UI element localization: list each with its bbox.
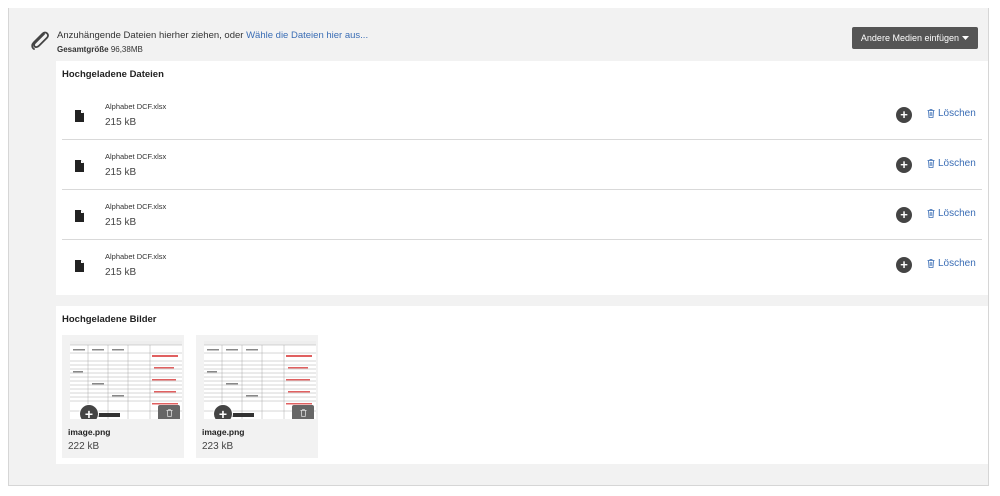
total-size-label: Gesamtgröße <box>57 45 109 54</box>
uploaded-images-section: Hochgeladene Bilder + image.png 222 kB +… <box>56 306 988 464</box>
image-size: 222 kB <box>68 441 100 452</box>
insert-other-media-button[interactable]: Andere Medien einfügen <box>851 27 978 49</box>
delete-file-link[interactable]: Löschen <box>927 108 976 119</box>
file-name: Alphabet DCF.xlsx <box>105 152 167 161</box>
file-row: Alphabet DCF.xlsx 215 kB + Löschen <box>62 90 982 140</box>
dropzone-prompt-text: Anzuhängende Dateien hierher ziehen, ode… <box>57 30 247 41</box>
file-size: 215 kB <box>105 117 137 128</box>
total-size: Gesamtgröße 96,38MB <box>57 45 143 54</box>
total-size-value: 96,38MB <box>110 45 143 54</box>
uploaded-files-title: Hochgeladene Dateien <box>62 69 164 80</box>
trash-icon <box>299 409 307 417</box>
trash-icon <box>927 259 935 268</box>
delete-label: Löschen <box>938 208 976 219</box>
file-name: Alphabet DCF.xlsx <box>105 102 167 111</box>
delete-file-link[interactable]: Löschen <box>927 208 976 219</box>
paperclip-icon <box>31 31 49 50</box>
trash-icon <box>927 109 935 118</box>
plus-circle-icon: + <box>900 107 908 122</box>
caret-down-icon <box>962 35 969 40</box>
plus-circle-icon: + <box>900 207 908 222</box>
trash-icon <box>927 159 935 168</box>
file-size: 215 kB <box>105 267 137 278</box>
insert-file-button[interactable]: + <box>896 257 912 273</box>
image-card: + image.png 222 kB <box>62 335 184 458</box>
insert-image-button[interactable]: + <box>213 404 233 419</box>
delete-image-button[interactable] <box>158 405 180 419</box>
trash-icon <box>927 209 935 218</box>
plus-circle-icon: + <box>900 257 908 272</box>
delete-label: Löschen <box>938 108 976 119</box>
delete-file-link[interactable]: Löschen <box>927 158 976 169</box>
attachment-panel: Anzuhängende Dateien hierher ziehen, ode… <box>8 8 989 486</box>
document-icon <box>75 160 84 172</box>
delete-label: Löschen <box>938 158 976 169</box>
image-name: image.png <box>202 427 245 437</box>
document-icon <box>75 260 84 272</box>
file-row: Alphabet DCF.xlsx 215 kB + Löschen <box>62 240 982 290</box>
image-card: + image.png 223 kB <box>196 335 318 458</box>
insert-file-button[interactable]: + <box>896 107 912 123</box>
plus-circle-icon: + <box>218 406 228 419</box>
insert-other-media-label: Andere Medien einfügen <box>860 33 959 43</box>
document-icon <box>75 110 84 122</box>
delete-file-link[interactable]: Löschen <box>927 258 976 269</box>
file-name: Alphabet DCF.xlsx <box>105 252 167 261</box>
image-size: 223 kB <box>202 441 234 452</box>
image-name: image.png <box>68 427 111 437</box>
insert-file-button[interactable]: + <box>896 157 912 173</box>
document-icon <box>75 210 84 222</box>
uploaded-images-title: Hochgeladene Bilder <box>62 314 157 325</box>
dropzone-prompt[interactable]: Anzuhängende Dateien hierher ziehen, ode… <box>57 30 368 41</box>
file-row: Alphabet DCF.xlsx 215 kB + Löschen <box>62 140 982 190</box>
plus-circle-icon: + <box>900 157 908 172</box>
uploaded-files-section: Hochgeladene Dateien Alphabet DCF.xlsx 2… <box>56 61 988 295</box>
file-size: 215 kB <box>105 217 137 228</box>
file-name: Alphabet DCF.xlsx <box>105 202 167 211</box>
file-size: 215 kB <box>105 167 137 178</box>
delete-image-button[interactable] <box>292 405 314 419</box>
choose-files-link[interactable]: Wähle die Dateien hier aus... <box>246 30 368 41</box>
trash-icon <box>165 409 173 417</box>
image-thumbnail[interactable]: + <box>204 341 316 419</box>
file-row: Alphabet DCF.xlsx 215 kB + Löschen <box>62 190 982 240</box>
delete-label: Löschen <box>938 258 976 269</box>
insert-image-button[interactable]: + <box>79 404 99 419</box>
plus-circle-icon: + <box>84 406 94 419</box>
image-thumbnail[interactable]: + <box>70 341 182 419</box>
insert-file-button[interactable]: + <box>896 207 912 223</box>
